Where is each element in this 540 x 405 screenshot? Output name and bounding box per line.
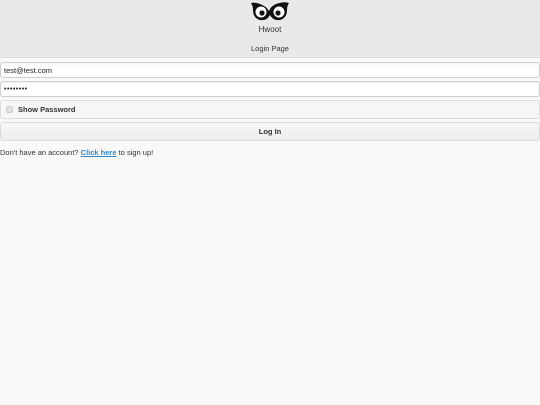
app-title: Hwoot bbox=[258, 25, 282, 34]
signup-link[interactable]: Click here bbox=[81, 148, 117, 157]
signup-prefix: Don't have an account? bbox=[0, 148, 81, 157]
password-field[interactable] bbox=[0, 81, 540, 97]
show-password-label: Show Password bbox=[18, 105, 76, 114]
signup-suffix: to sign up! bbox=[116, 148, 154, 157]
owl-eyes-icon bbox=[251, 2, 289, 21]
login-button[interactable]: Log In bbox=[0, 122, 540, 141]
header-bar: Hwoot Login Page bbox=[0, 0, 540, 58]
show-password-checkbox[interactable] bbox=[6, 106, 13, 113]
signup-prompt: Don't have an account? Click here to sig… bbox=[0, 148, 153, 157]
page-title: Login Page bbox=[251, 44, 289, 53]
show-password-toggle[interactable]: Show Password bbox=[0, 100, 540, 119]
email-field[interactable] bbox=[0, 62, 540, 78]
